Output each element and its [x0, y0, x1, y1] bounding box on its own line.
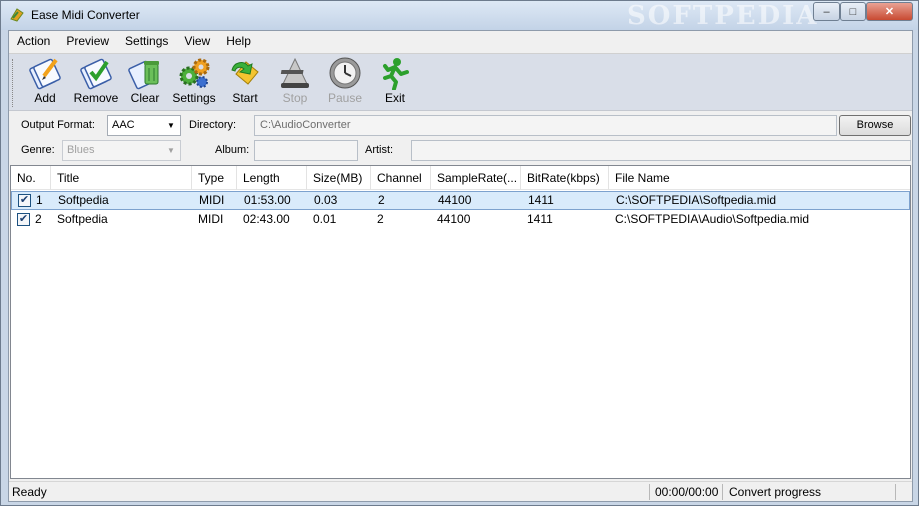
stop-button[interactable]: Stop [275, 56, 315, 110]
pause-button[interactable]: Pause [323, 56, 367, 110]
start-label: Start [232, 91, 258, 105]
output-format-select[interactable]: AAC ▼ [107, 115, 181, 136]
column-header-type[interactable]: Type [192, 166, 237, 190]
convert-progress: Convert progress [729, 485, 822, 499]
clear-button[interactable]: Clear [125, 56, 165, 110]
genre-label: Genre: [21, 144, 55, 156]
menu-settings[interactable]: Settings [117, 31, 176, 52]
table-row[interactable]: ✔ 2 Softpedia MIDI 02:43.00 0.01 2 44100… [11, 211, 910, 230]
artist-field[interactable] [411, 140, 911, 161]
maximize-button[interactable]: □ [840, 2, 866, 21]
output-options-row: Output Format: AAC ▼ Directory: C:\Audio… [9, 113, 912, 138]
toolbar: Add Remove Clear Settings Start Stop Pau… [9, 53, 912, 111]
status-divider [722, 484, 723, 500]
chevron-down-icon: ▼ [167, 146, 175, 155]
title-bar[interactable]: Ease Midi Converter SOFTPEDIA – □ ✕ [1, 1, 918, 31]
pause-label: Pause [327, 91, 363, 105]
exit-running-man-icon [383, 58, 409, 90]
settings-label: Settings [172, 91, 216, 105]
remove-button[interactable]: Remove [71, 56, 121, 110]
column-header-channel[interactable]: Channel [371, 166, 431, 190]
settings-gears-icon [179, 58, 210, 88]
clear-label: Clear [130, 91, 160, 105]
start-icon [231, 61, 259, 85]
genre-select[interactable]: Blues ▼ [62, 140, 181, 161]
clear-icon [128, 60, 159, 90]
add-icon [29, 58, 61, 90]
remove-icon [80, 58, 112, 90]
minimize-button[interactable]: – [813, 2, 840, 21]
column-header-size[interactable]: Size(MB) [307, 166, 371, 190]
exit-button[interactable]: Exit [375, 56, 415, 110]
column-header-filename[interactable]: File Name [609, 166, 910, 190]
status-divider [895, 484, 896, 500]
tag-options-row: Genre: Blues ▼ Album: Artist: [9, 138, 912, 163]
column-header-length[interactable]: Length [237, 166, 307, 190]
output-format-label: Output Format: [21, 119, 95, 131]
stop-label: Stop [282, 91, 308, 105]
add-button[interactable]: Add [25, 56, 65, 110]
album-field[interactable] [254, 140, 358, 161]
toolbar-grip[interactable] [12, 59, 15, 107]
client-area: Action Preview Settings View Help Add Re… [8, 30, 913, 502]
directory-field[interactable]: C:\AudioConverter [254, 115, 837, 136]
table-row[interactable]: ✔ 1 Softpedia MIDI 01:53.00 0.03 2 44100… [11, 191, 910, 210]
browse-button[interactable]: Browse [839, 115, 911, 136]
status-time: 00:00/00:00 [655, 485, 719, 499]
menu-view[interactable]: View [176, 31, 218, 52]
status-bar: Ready 00:00/00:00 Convert progress [9, 481, 912, 501]
start-button[interactable]: Start [225, 56, 265, 110]
status-text: Ready [12, 485, 47, 499]
close-button[interactable]: ✕ [866, 2, 913, 21]
app-window: Ease Midi Converter SOFTPEDIA – □ ✕ Acti… [0, 0, 919, 506]
status-divider [649, 484, 650, 500]
artist-label: Artist: [365, 144, 394, 156]
chevron-down-icon: ▼ [167, 121, 175, 130]
column-header-no[interactable]: No. [11, 166, 51, 190]
add-label: Add [34, 91, 56, 105]
app-icon [10, 8, 24, 22]
column-header-bitrate[interactable]: BitRate(kbps) [521, 166, 609, 190]
settings-button[interactable]: Settings [169, 56, 219, 110]
stop-icon [280, 57, 309, 88]
menu-action[interactable]: Action [9, 31, 58, 52]
pause-clock-icon [329, 57, 361, 89]
column-header-title[interactable]: Title [51, 166, 192, 190]
exit-label: Exit [384, 91, 405, 105]
watermark: SOFTPEDIA [627, 1, 819, 31]
menu-bar: Action Preview Settings View Help [9, 31, 912, 52]
directory-label: Directory: [189, 119, 237, 131]
list-header: No. Title Type Length Size(MB) Channel S… [11, 166, 910, 190]
window-title: Ease Midi Converter [31, 8, 140, 22]
file-list[interactable]: No. Title Type Length Size(MB) Channel S… [10, 165, 911, 479]
column-header-samplerate[interactable]: SampleRate(... [431, 166, 521, 190]
album-label: Album: [215, 144, 250, 156]
remove-label: Remove [73, 91, 119, 105]
menu-preview[interactable]: Preview [58, 31, 117, 52]
menu-help[interactable]: Help [218, 31, 259, 52]
